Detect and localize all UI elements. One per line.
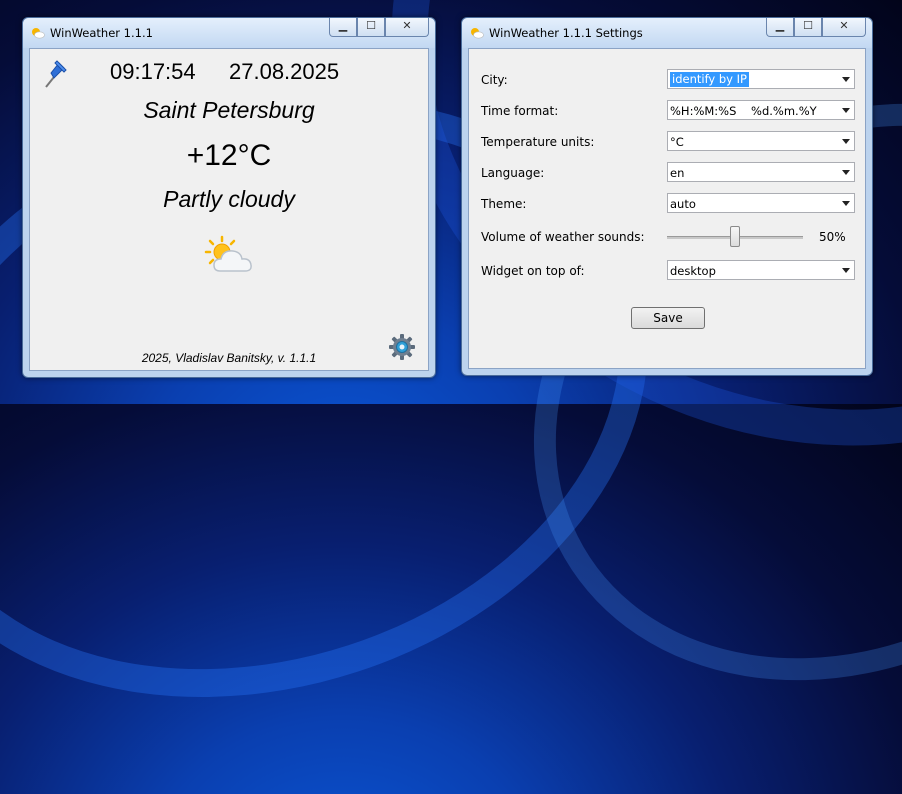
weather-window: WinWeather 1.1.1 ▁ ☐ ✕ 09:17:54 27.08.20… <box>22 17 436 378</box>
theme-value: auto <box>670 197 696 211</box>
on-top-value: desktop <box>670 264 716 278</box>
chevron-down-icon <box>842 201 850 206</box>
minimize-icon: ▁ <box>338 19 348 32</box>
volume-slider-thumb[interactable] <box>730 226 740 247</box>
app-icon <box>471 28 484 39</box>
theme-select[interactable]: auto <box>667 193 855 213</box>
chevron-down-icon <box>842 170 850 175</box>
theme-label: Theme: <box>481 197 527 211</box>
volume-percent: 50% <box>819 230 846 244</box>
city-name: Saint Petersburg <box>143 97 315 123</box>
current-time: 09:17:54 <box>110 59 196 84</box>
time-format-value: %H:%M:%S %d.%m.%Y <box>670 104 817 118</box>
city-value: identify by IP <box>670 72 749 87</box>
weather-condition: Partly cloudy <box>163 186 295 212</box>
temp-units-value: °C <box>670 135 684 149</box>
temp-units-select[interactable]: °C <box>667 131 855 151</box>
settings-window: WinWeather 1.1.1 Settings ▁ ☐ ✕ City: id… <box>461 17 873 376</box>
on-top-select[interactable]: desktop <box>667 260 855 280</box>
language-value: en <box>670 166 685 180</box>
city-select[interactable]: identify by IP <box>667 69 855 89</box>
on-top-row: Widget on top of: desktop <box>481 260 861 282</box>
window-title: WinWeather 1.1.1 <box>50 26 153 40</box>
pin-icon[interactable] <box>42 59 68 91</box>
language-row: Language: en <box>481 162 861 184</box>
chevron-down-icon <box>842 139 850 144</box>
footer-credits: 2025, Vladislav Banitsky, v. 1.1.1 <box>141 351 317 365</box>
maximize-icon: ☐ <box>803 19 813 32</box>
minimize-button[interactable]: ▁ <box>766 18 794 37</box>
chevron-down-icon <box>842 268 850 273</box>
weather-titlebar[interactable]: WinWeather 1.1.1 ▁ ☐ ✕ <box>23 18 435 48</box>
maximize-button[interactable]: ☐ <box>357 18 385 37</box>
maximize-icon: ☐ <box>366 19 376 32</box>
window-title: WinWeather 1.1.1 Settings <box>489 26 643 40</box>
gear-icon[interactable] <box>388 333 416 361</box>
city-label: City: <box>481 73 508 87</box>
settings-titlebar[interactable]: WinWeather 1.1.1 Settings ▁ ☐ ✕ <box>462 18 872 48</box>
minimize-button[interactable]: ▁ <box>329 18 357 37</box>
temp-units-label: Temperature units: <box>481 135 595 149</box>
partly-cloudy-icon <box>204 235 252 272</box>
minimize-icon: ▁ <box>775 19 785 32</box>
volume-row: Volume of weather sounds: 50% <box>481 226 861 248</box>
time-format-select[interactable]: %H:%M:%S %d.%m.%Y <box>667 100 855 120</box>
temp-units-row: Temperature units: °C <box>481 131 861 153</box>
maximize-button[interactable]: ☐ <box>794 18 822 37</box>
chevron-down-icon <box>842 77 850 82</box>
chevron-down-icon <box>842 108 850 113</box>
volume-label: Volume of weather sounds: <box>481 230 645 244</box>
language-select[interactable]: en <box>667 162 855 182</box>
close-icon: ✕ <box>839 19 849 32</box>
weather-panel: 09:17:54 27.08.2025 Saint Petersburg +12… <box>29 48 429 371</box>
current-date: 27.08.2025 <box>229 59 340 84</box>
city-row: City: identify by IP <box>481 69 861 91</box>
close-icon: ✕ <box>402 19 412 32</box>
temperature: +12°C <box>186 139 272 172</box>
app-icon <box>32 28 45 39</box>
time-format-row: Time format: %H:%M:%S %d.%m.%Y <box>481 100 861 122</box>
close-button[interactable]: ✕ <box>385 18 429 37</box>
time-format-label: Time format: <box>481 104 559 118</box>
save-button[interactable]: Save <box>631 307 705 329</box>
settings-panel: City: identify by IP Time format: %H:%M:… <box>468 48 866 369</box>
close-button[interactable]: ✕ <box>822 18 866 37</box>
language-label: Language: <box>481 166 545 180</box>
on-top-label: Widget on top of: <box>481 264 585 278</box>
theme-row: Theme: auto <box>481 193 861 215</box>
